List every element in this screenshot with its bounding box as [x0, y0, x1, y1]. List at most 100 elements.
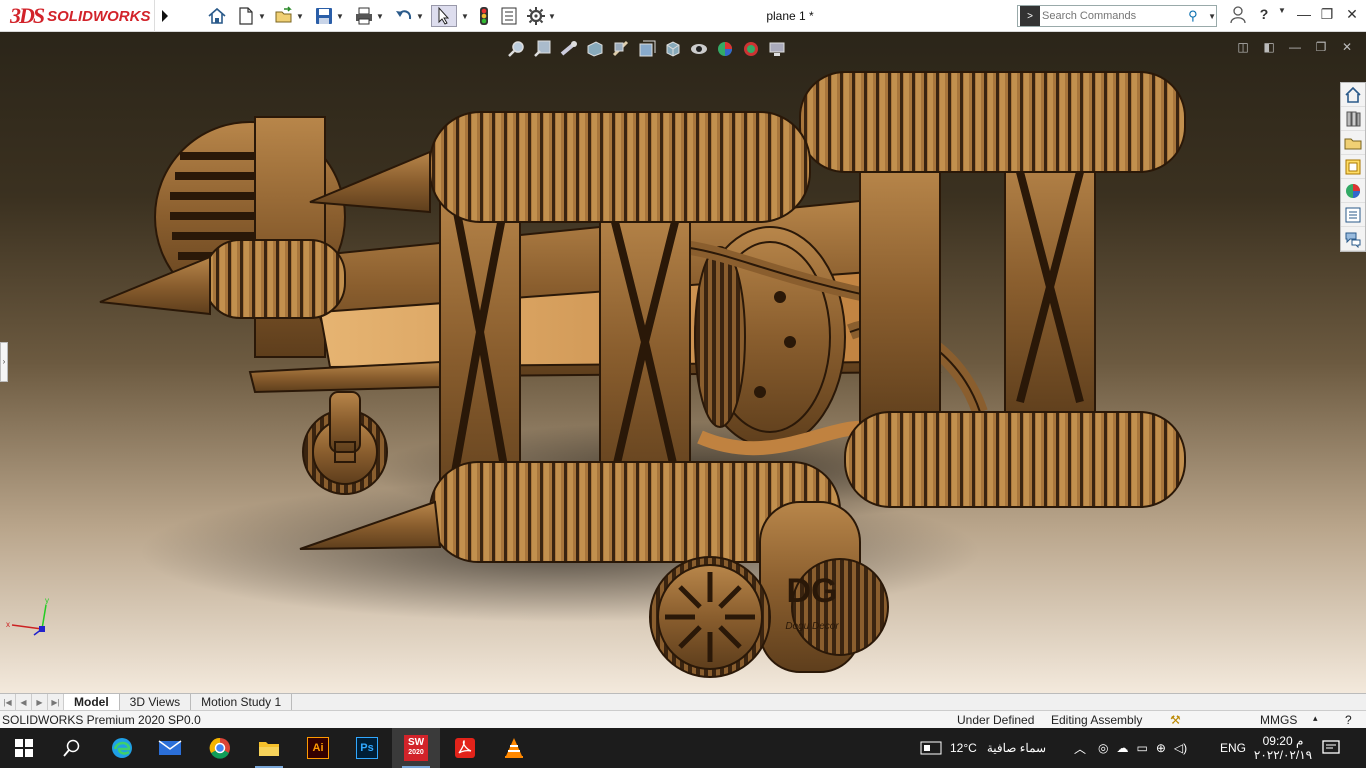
- taskbar-acrobat[interactable]: [441, 728, 489, 768]
- open-button[interactable]: ▼: [274, 5, 304, 27]
- zoom-to-area-icon: [534, 40, 551, 57]
- language-indicator[interactable]: ENG: [1220, 728, 1246, 768]
- undo-button[interactable]: ▼: [394, 5, 424, 27]
- taskbar-photoshop[interactable]: Ps: [343, 728, 391, 768]
- menu-expand-arrow-icon[interactable]: [154, 0, 174, 32]
- tab-3d-views[interactable]: 3D Views: [120, 694, 192, 710]
- print-button[interactable]: ▼: [354, 5, 384, 27]
- last-tab-icon[interactable]: ▶|: [48, 694, 64, 710]
- task-pane-resources[interactable]: [1341, 83, 1365, 107]
- solidworks-logo[interactable]: 3DS SOLIDWORKS: [10, 3, 150, 28]
- lower-wing-right[interactable]: [844, 411, 1186, 508]
- rebuild-button[interactable]: [474, 5, 494, 27]
- taskbar-solidworks[interactable]: SW 2020: [392, 728, 440, 768]
- graphics-area[interactable]: DG Dogu Decor ◫ ◧ — ❐ ✕ › y x: [0, 32, 1366, 693]
- save-button[interactable]: ▼: [314, 5, 344, 27]
- rebuild-icon: [480, 7, 488, 25]
- tab-model[interactable]: Model: [64, 694, 120, 710]
- zoom-to-fit-button[interactable]: [505, 38, 529, 60]
- minimize-icon[interactable]: —: [1286, 40, 1304, 56]
- next-tab-icon[interactable]: ▶: [32, 694, 48, 710]
- prev-tab-icon[interactable]: ◀: [16, 694, 32, 710]
- nose-pod[interactable]: [99, 239, 346, 319]
- volume-icon[interactable]: ◁): [1174, 741, 1187, 755]
- chevron-down-icon[interactable]: ▼: [1270, 6, 1294, 26]
- chrome-icon: [209, 737, 230, 759]
- zoom-to-area-button[interactable]: [531, 38, 555, 60]
- taskbar-edge[interactable]: [98, 728, 146, 768]
- chevron-down-icon[interactable]: ▼: [376, 12, 384, 21]
- first-tab-icon[interactable]: |◀: [0, 694, 16, 710]
- solidworks-resources-icon: [1345, 86, 1361, 103]
- view-settings-button[interactable]: [765, 38, 789, 60]
- toggle-panel-icon[interactable]: ◧: [1260, 40, 1278, 56]
- taskbar-chrome[interactable]: [196, 728, 244, 768]
- chevron-down-icon[interactable]: ▼: [336, 12, 344, 21]
- select-button[interactable]: [431, 5, 457, 27]
- minimize-icon[interactable]: —: [1292, 6, 1316, 26]
- weather-widget[interactable]: 12°C سماء صافية: [920, 728, 1046, 768]
- task-pane-view-palette[interactable]: [1341, 155, 1365, 179]
- view-orientation-button[interactable]: [635, 38, 659, 60]
- unit-caret[interactable]: ▴: [1313, 713, 1318, 724]
- display-style-button[interactable]: [661, 38, 685, 60]
- chevron-down-icon[interactable]: ▼: [296, 12, 304, 21]
- task-pane-file-explorer[interactable]: [1341, 131, 1365, 155]
- rear-wheel[interactable]: [302, 391, 388, 495]
- close-icon[interactable]: ✕: [1340, 6, 1364, 26]
- user-icon[interactable]: [1226, 6, 1250, 26]
- network-icon[interactable]: ⊕: [1156, 741, 1166, 755]
- close-icon[interactable]: ✕: [1338, 40, 1356, 56]
- dynamic-annotation-button[interactable]: [609, 38, 633, 60]
- taskbar-file-explorer[interactable]: [245, 728, 293, 768]
- task-pane-tabs: [1340, 82, 1366, 252]
- hide-show-items-button[interactable]: [687, 38, 711, 60]
- file-properties-button[interactable]: [499, 5, 519, 27]
- taskbar-illustrator[interactable]: Ai: [294, 728, 342, 768]
- triad-x-label: x: [6, 620, 10, 629]
- solidworks-icon-version: 2020: [408, 749, 424, 756]
- biplane-model[interactable]: DG Dogu Decor: [0, 32, 1366, 693]
- apply-scene-button[interactable]: [739, 38, 763, 60]
- tab-motion-study[interactable]: Motion Study 1: [191, 694, 293, 710]
- show-hidden-icons[interactable]: ︿: [1074, 728, 1086, 768]
- feature-manager-expand-handle[interactable]: ›: [0, 342, 8, 382]
- task-pane-design-library[interactable]: [1341, 107, 1365, 131]
- view-orientation-icon: [639, 40, 656, 57]
- toggle-panel-icon[interactable]: ◫: [1234, 40, 1252, 56]
- previous-view-button[interactable]: [557, 38, 581, 60]
- restore-icon[interactable]: ❐: [1315, 6, 1339, 26]
- search-button[interactable]: [48, 728, 96, 768]
- chevron-down-icon[interactable]: ▼: [258, 12, 266, 21]
- search-input[interactable]: [1042, 10, 1189, 22]
- upper-wing-right[interactable]: [799, 71, 1186, 173]
- notifications-button[interactable]: [1322, 728, 1340, 768]
- task-pane-appearances[interactable]: [1341, 179, 1365, 203]
- task-pane-custom-properties[interactable]: [1341, 203, 1365, 227]
- onedrive-icon[interactable]: ☁: [1116, 741, 1128, 755]
- chevron-down-icon[interactable]: ▼: [548, 12, 556, 21]
- meet-now-icon[interactable]: ◎: [1098, 741, 1108, 755]
- new-document-button[interactable]: ▼: [236, 5, 266, 27]
- restore-icon[interactable]: ❐: [1312, 40, 1330, 56]
- search-commands[interactable]: > ⚲ ▼: [1017, 5, 1217, 27]
- chevron-down-icon[interactable]: ▼: [461, 5, 469, 27]
- search-icon[interactable]: ⚲: [1188, 8, 1206, 24]
- section-view-button[interactable]: [583, 38, 607, 60]
- task-pane-forum[interactable]: [1341, 227, 1365, 251]
- upper-wing-left[interactable]: [309, 111, 811, 223]
- chevron-down-icon[interactable]: ▼: [1208, 12, 1216, 21]
- edit-appearance-button[interactable]: [713, 38, 737, 60]
- battery-icon[interactable]: ▭: [1136, 741, 1147, 755]
- taskbar-vlc[interactable]: [490, 728, 538, 768]
- clock[interactable]: 09:20 م ٢٠٢٢/٠٢/١٩: [1252, 728, 1314, 768]
- help-icon[interactable]: ?: [1345, 713, 1352, 727]
- propeller[interactable]: [154, 116, 346, 358]
- chevron-down-icon[interactable]: ▼: [416, 12, 424, 21]
- unit-system[interactable]: MMGS: [1260, 713, 1297, 727]
- start-button[interactable]: [0, 728, 48, 768]
- rebuild-status-icon[interactable]: ⚒: [1170, 713, 1181, 727]
- taskbar-mail[interactable]: [146, 728, 194, 768]
- options-button[interactable]: ▼: [526, 5, 556, 27]
- home-button[interactable]: [207, 5, 227, 27]
